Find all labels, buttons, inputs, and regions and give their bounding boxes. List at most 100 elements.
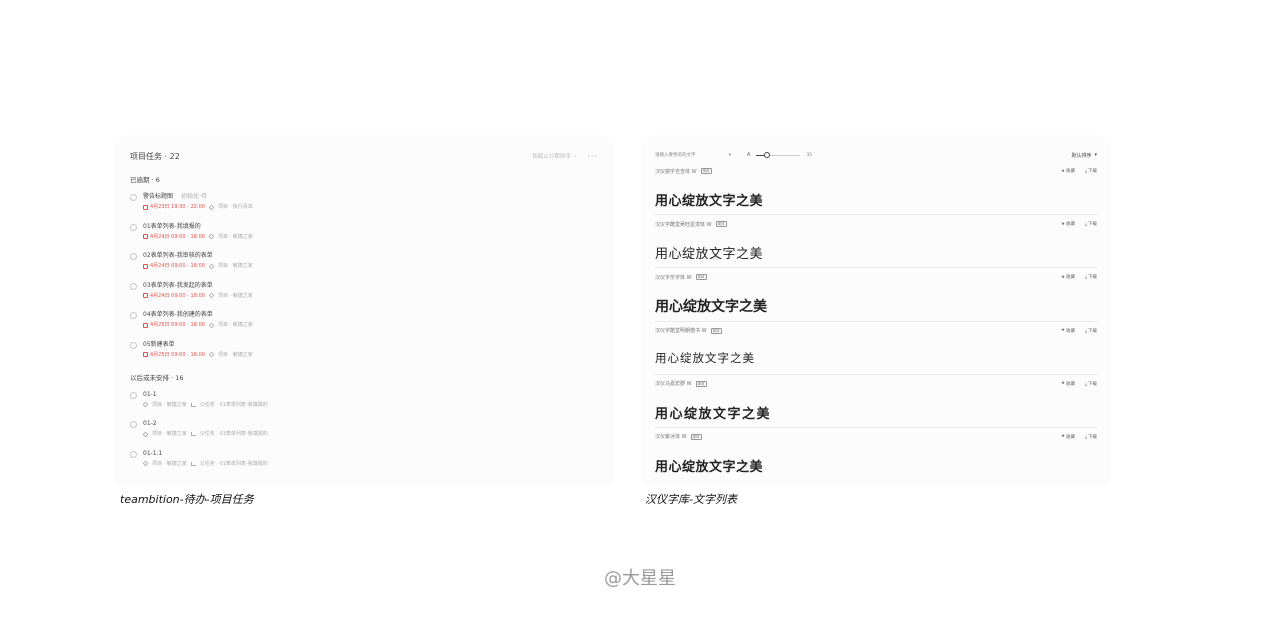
font-row[interactable]: 汉仪紫冰体 W 简体 ★ 收藏 ⤓ 下载 用心绽放文字之美 [655, 428, 1097, 481]
due-time-text: 4月24日 09:00 - 18:00 [150, 233, 205, 240]
slider-handle[interactable] [764, 152, 771, 158]
task-body: 警告标题图 初始化·待 4月23日 19:30 - 22:00 项目 · 执行清单 [143, 192, 598, 222]
collect-label: 收藏 [1066, 275, 1075, 281]
font-row-header: 汉仪字乐字体 W 简体 ★ 收藏 ⤓ 下载 [655, 268, 1097, 282]
task-title[interactable]: 01-1.1 [143, 449, 162, 459]
task-checkbox[interactable] [130, 421, 137, 429]
collect-button[interactable]: ★ 收藏 [1061, 381, 1075, 387]
collect-button[interactable]: ★ 收藏 [1061, 434, 1075, 440]
task-panel: 项目任务 · 22 按截止日期排序 ⌄ ··· 已逾期 · 6 警告标题图 初始化·… [118, 140, 610, 482]
task-row[interactable]: 01-1.1 项目 · 敏捷之家 父任务 · 01表单列表-我填报的 [130, 449, 598, 479]
collect-button[interactable]: ★ 收藏 [1061, 221, 1075, 228]
task-title-line: 警告标题图 初始化·待 [143, 192, 598, 202]
task-due-time: 4月25日 09:00 - 18:00 [143, 320, 205, 330]
download-label: 下载 [1088, 328, 1097, 334]
task-title[interactable]: 01-1 [143, 390, 157, 400]
collect-button[interactable]: ★ 收藏 [1061, 274, 1075, 281]
task-title[interactable]: 04表单列表-我创建的表单 [143, 310, 213, 320]
download-label: 下载 [1088, 169, 1097, 174]
collect-button[interactable]: ★ 收藏 [1061, 328, 1075, 334]
task-title[interactable]: 01表单列表-我填报的 [143, 222, 201, 232]
font-size-slider[interactable] [756, 152, 801, 158]
collect-label: 收藏 [1066, 169, 1075, 174]
font-row[interactable]: 汉仪字酷堂吴旺星泼体 W 简体 ★ 收藏 ⤓ 下载 用心绽放文字之美 [655, 215, 1097, 269]
preview-text-placeholder: 请输入要预览的文字 [655, 153, 696, 158]
font-name[interactable]: 汉仪字酷堂吴旺星泼体 W [655, 221, 712, 228]
font-name[interactable]: 汉仪字酷堂明朝楷书 W [655, 327, 707, 334]
font-name[interactable]: 汉仪字乐字体 W [655, 274, 692, 281]
download-button[interactable]: ⤓ 下载 [1085, 221, 1097, 227]
task-panel-header: 项目任务 · 22 按截止日期排序 ⌄ ··· [130, 148, 598, 164]
task-body: 03表单列表-我发起的表单 4月24日 09:00 - 18:00 项目 · 敏捷之… [143, 281, 598, 311]
canvas: 项目任务 · 22 按截止日期排序 ⌄ ··· 已逾期 · 6 警告标题图 初始化·… [0, 0, 1280, 622]
collect-label: 收藏 [1066, 434, 1075, 440]
task-project: 项目 · 敏捷之家 [217, 351, 253, 358]
task-title[interactable]: 03表单列表-我发起的表单 [143, 281, 213, 291]
collect-button[interactable]: ★ 收藏 [1061, 168, 1075, 175]
preview-text-input[interactable]: 请输入要预览的文字 ▾ [655, 152, 731, 159]
chevron-down-icon: ▾ [728, 152, 731, 158]
more-icon[interactable]: ··· [587, 152, 598, 161]
font-row[interactable]: 汉仪马嘉宏野 W 简体 ★ 收藏 ⤓ 下载 用心绽放文字之美 [655, 375, 1097, 428]
project-icon [208, 352, 215, 358]
caption-left: teambition-待办-项目任务 [120, 493, 254, 506]
task-row[interactable]: 03表单列表-我发起的表单 4月24日 09:00 - 18:00 项目 · 敏捷之… [130, 281, 598, 311]
task-row[interactable]: 02表单列表-我审核的表单 4月24日 09:00 - 18:00 项目 · 敏捷之… [130, 251, 598, 281]
task-project: 项目 · 敏捷之家 [217, 263, 253, 270]
author-watermark: @大星星 [604, 568, 676, 589]
task-checkbox[interactable] [130, 391, 137, 399]
font-name[interactable]: 汉仪紫冰体 W [655, 433, 687, 440]
task-checkbox[interactable] [130, 253, 137, 261]
task-meta: 项目 · 敏捷之家 父任务 · 01表单列表-我填报的 [142, 400, 598, 410]
task-meta: 4月23日 19:30 - 22:00 项目 · 执行清单 [143, 202, 598, 212]
project-icon [208, 292, 215, 299]
font-row[interactable]: 汉仪镜字吉吉体 W 简体 ★ 收藏 ⤓ 下载 用心绽放文字之美 [655, 162, 1097, 216]
sort-dropdown[interactable]: 按截止日期排序 ⌄ [532, 152, 577, 160]
download-button[interactable]: ⤓ 下载 [1085, 168, 1097, 174]
font-sample-text: 用心绽放文字之美 [655, 299, 767, 316]
collect-label: 收藏 [1066, 328, 1075, 334]
task-row[interactable]: 05新建表单 4月25日 09:00 - 18:00 项目 · 敏捷之家 [130, 340, 598, 370]
task-title-line: 01-1.1 [143, 449, 598, 459]
font-sample-text: 用心绽放文字之美 [655, 247, 764, 263]
font-row[interactable]: 汉仪字乐字体 W 简体 ★ 收藏 ⤓ 下载 用心绽放文字之美 [655, 268, 1097, 322]
project-icon [208, 233, 215, 240]
project-icon [208, 204, 215, 210]
download-button[interactable]: ⤓ 下载 [1085, 434, 1097, 440]
task-project: 项目 · 执行清单 [217, 204, 253, 210]
download-button[interactable]: ⤓ 下载 [1085, 381, 1097, 387]
task-due-time: 4月24日 09:00 - 18:00 [143, 232, 205, 242]
font-name[interactable]: 汉仪镜字吉吉体 W [655, 168, 697, 175]
task-project: 项目 · 敏捷之家 [217, 233, 253, 240]
collect-label: 收藏 [1066, 381, 1075, 387]
task-parent: 父任务 · 01表单列表-我填报的 [199, 401, 268, 408]
download-icon: ⤓ [1085, 328, 1087, 334]
sort-dropdown[interactable]: 默认排序 ▾ [1071, 152, 1097, 159]
task-due-time: 4月24日 09:00 - 18:00 [143, 261, 205, 271]
task-checkbox[interactable] [130, 312, 137, 320]
font-row[interactable]: 汉仪字酷堂明朝楷书 W 简体 ★ 收藏 ⤓ 下载 用心绽放文字之美 [655, 322, 1097, 375]
download-button[interactable]: ⤓ 下载 [1085, 328, 1097, 334]
task-checkbox[interactable] [130, 194, 137, 201]
task-row[interactable]: 01-1 项目 · 敏捷之家 父任务 · 01表单列表-我填报的 [130, 390, 598, 420]
section-overdue: 已逾期 · 6 [130, 176, 160, 184]
download-button[interactable]: ⤓ 下载 [1085, 274, 1097, 280]
task-title[interactable]: 02表单列表-我审核的表单 [143, 251, 213, 261]
task-checkbox[interactable] [130, 282, 137, 290]
sort-label: 按截止日期排序 [532, 154, 571, 160]
task-title[interactable]: 警告标题图 [143, 192, 173, 202]
calendar-icon [143, 263, 148, 269]
task-checkbox[interactable] [130, 223, 137, 231]
task-row[interactable]: 警告标题图 初始化·待 4月23日 19:30 - 22:00 项目 · 执行清单 [130, 192, 598, 222]
task-row[interactable]: 01表单列表-我填报的 4月24日 09:00 - 18:00 项目 · 敏捷之家 [130, 222, 598, 252]
task-title[interactable]: 01-2 [143, 419, 157, 429]
task-panel-title: 项目任务 · 22 [130, 151, 180, 161]
task-title[interactable]: 05新建表单 [143, 340, 175, 350]
task-checkbox[interactable] [130, 450, 137, 458]
overdue-task-list: 警告标题图 初始化·待 4月23日 19:30 - 22:00 项目 · 执行清单 01… [130, 192, 598, 370]
task-meta: 4月24日 09:00 - 18:00 项目 · 敏捷之家 [143, 261, 598, 271]
font-name[interactable]: 汉仪马嘉宏野 W [655, 380, 692, 387]
task-row[interactable]: 04表单列表-我创建的表单 4月25日 09:00 - 18:00 项目 · 敏捷之… [130, 310, 598, 340]
task-row[interactable]: 01-2 项目 · 敏捷之家 父任务 · 01表单列表-我填报的 [130, 419, 598, 449]
task-checkbox[interactable] [130, 341, 137, 349]
